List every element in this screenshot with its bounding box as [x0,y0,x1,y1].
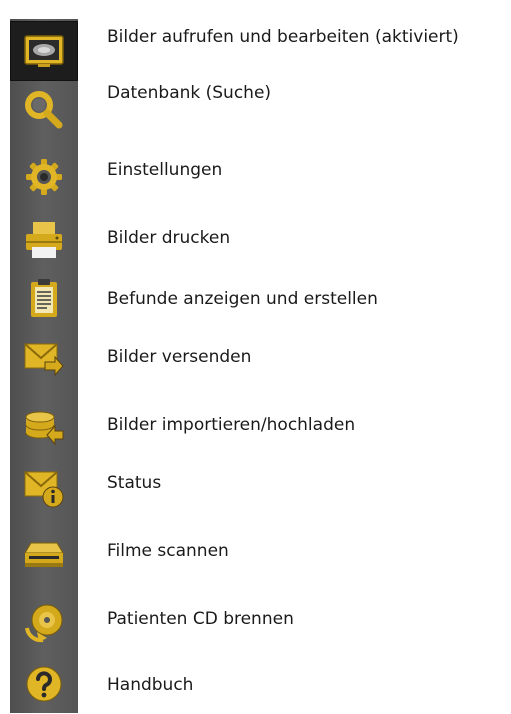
monitor-icon [24,35,64,67]
burn-cd-button[interactable] [10,593,78,653]
send-images-button[interactable] [10,327,78,387]
label-status: Status [107,473,162,493]
gear-icon [26,159,62,195]
label-settings: Einstellungen [107,160,223,180]
label-print-images: Bilder drucken [107,228,231,248]
label-import-images: Bilder importieren/hochladen [107,415,356,435]
manual-button[interactable] [10,654,78,714]
magnifier-icon [25,91,63,129]
status-button[interactable] [10,457,78,517]
database-import-icon [25,411,64,446]
toolbar [10,19,78,713]
clipboard-icon [31,279,57,317]
database-search-button[interactable] [10,80,78,140]
label-send-images: Bilder versenden [107,347,252,367]
label-view-edit-images: Bilder aufrufen und bearbeiten (aktivier… [107,27,459,47]
settings-button[interactable] [10,147,78,207]
label-manual: Handbuch [107,675,194,695]
help-icon [26,666,62,702]
mail-info-icon [24,471,64,508]
cd-burn-icon [25,604,63,643]
print-images-button[interactable] [10,210,78,270]
mail-send-icon [24,343,64,377]
label-database-search: Datenbank (Suche) [107,83,272,103]
scan-films-button[interactable] [10,524,78,584]
reports-button[interactable] [10,269,78,329]
printer-icon [26,222,62,258]
view-edit-images-button[interactable] [10,21,78,81]
label-burn-cd: Patienten CD brennen [107,609,294,629]
import-images-button[interactable] [10,396,78,456]
label-reports: Befunde anzeigen und erstellen [107,289,378,309]
scanner-icon [24,542,64,567]
label-scan-films: Filme scannen [107,541,229,561]
